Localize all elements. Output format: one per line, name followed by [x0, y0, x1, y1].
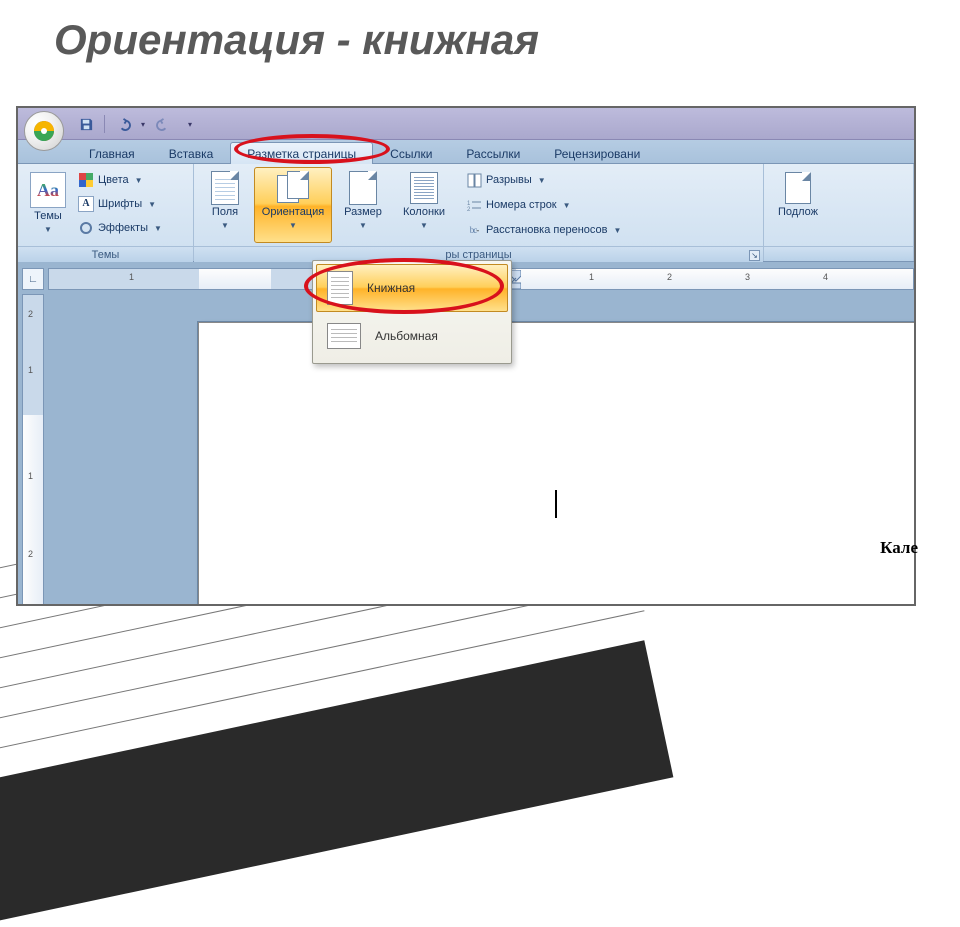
slide-title: Ориентация - книжная	[54, 16, 539, 64]
tab-review[interactable]: Рецензировани	[537, 142, 657, 164]
document-text-snippet: Кале	[880, 538, 918, 556]
themes-button[interactable]: Aa Темы ▼	[24, 167, 72, 243]
ruler-corner[interactable]: ∟	[22, 268, 44, 290]
effects-icon	[78, 220, 94, 236]
undo-more-button[interactable]: ▾	[137, 113, 149, 135]
columns-button[interactable]: Колонки▼	[394, 167, 454, 243]
group-themes-label: Темы	[18, 246, 193, 263]
theme-effects-button[interactable]: Эффекты▼	[76, 217, 164, 239]
tab-insert[interactable]: Вставка	[152, 142, 231, 164]
ribbon: Aa Темы ▼ Цвета▼ A Шрифты▼ Эффект	[18, 164, 914, 262]
office-button[interactable]	[24, 111, 64, 151]
watermark-button[interactable]: Подлож	[770, 167, 826, 243]
qat-customize-button[interactable]: ▾	[183, 113, 197, 135]
colors-icon	[78, 172, 94, 188]
orientation-dropdown: Книжная Альбомная	[312, 260, 512, 364]
group-page-setup: Поля▼ Ориентация▼ Размер▼ Колонки▼	[194, 164, 764, 261]
fonts-icon: A	[78, 196, 94, 212]
group-page-background: Подлож	[764, 164, 914, 261]
orientation-portrait[interactable]: Книжная	[316, 264, 508, 312]
hyphenation-button[interactable]: bc- Расстановка переносов▼	[464, 219, 623, 241]
breaks-button[interactable]: Разрывы▼	[464, 169, 623, 191]
portrait-page-icon	[327, 271, 353, 305]
undo-button[interactable]	[111, 113, 135, 135]
text-cursor	[555, 490, 557, 518]
group-themes: Aa Темы ▼ Цвета▼ A Шрифты▼ Эффект	[18, 164, 194, 261]
svg-text:2: 2	[467, 207, 471, 213]
line-numbers-icon: 12	[466, 197, 482, 213]
tab-mailings[interactable]: Рассылки	[449, 142, 537, 164]
theme-colors-button[interactable]: Цвета▼	[76, 169, 164, 191]
word-screenshot: ▾ ▾ Главная Вставка Разметка страницы Сс…	[16, 106, 916, 606]
indent-marker[interactable]	[511, 270, 521, 289]
landscape-page-icon	[327, 323, 361, 349]
ribbon-tabs: Главная Вставка Разметка страницы Ссылки…	[18, 140, 914, 164]
redo-button[interactable]	[151, 113, 175, 135]
tab-page-layout[interactable]: Разметка страницы	[230, 142, 373, 164]
hyphenation-icon: bc-	[466, 222, 482, 238]
tab-home[interactable]: Главная	[72, 142, 152, 164]
group-page-background-label	[764, 246, 913, 261]
orientation-landscape[interactable]: Альбомная	[316, 312, 508, 360]
margins-button[interactable]: Поля▼	[200, 167, 250, 243]
save-button[interactable]	[74, 113, 98, 135]
size-button[interactable]: Размер▼	[336, 167, 390, 243]
vertical-ruler[interactable]: 2 1 1 2	[22, 294, 44, 606]
quick-access-toolbar: ▾ ▾	[74, 113, 197, 135]
page-setup-dialog-launcher[interactable]: ↘	[749, 250, 760, 261]
theme-fonts-button[interactable]: A Шрифты▼	[76, 193, 164, 215]
line-numbers-button[interactable]: 12 Номера строк▼	[464, 194, 623, 216]
orientation-button[interactable]: Ориентация▼	[254, 167, 332, 243]
window-titlebar: ▾ ▾	[18, 108, 914, 140]
breaks-icon	[466, 172, 482, 188]
themes-label: Темы	[34, 210, 62, 222]
document-page[interactable]	[198, 322, 916, 606]
tab-references[interactable]: Ссылки	[373, 142, 449, 164]
